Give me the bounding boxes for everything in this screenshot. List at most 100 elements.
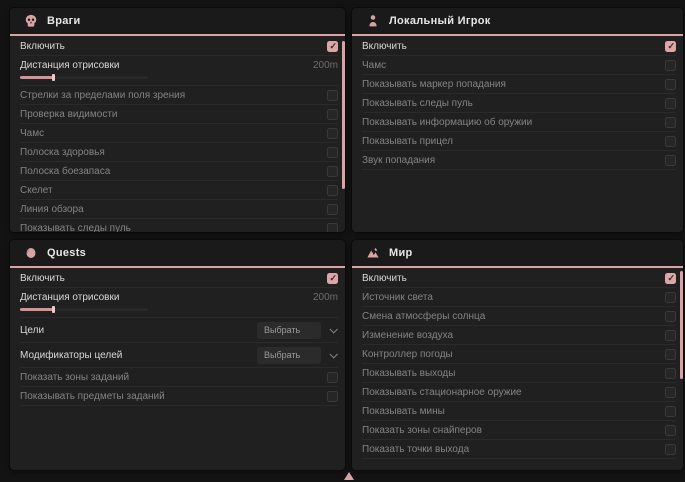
toggle-row[interactable]: Звук попадания bbox=[362, 151, 676, 170]
checkbox[interactable] bbox=[665, 406, 676, 417]
checkbox[interactable] bbox=[327, 147, 338, 158]
scrollbar-thumb[interactable] bbox=[342, 41, 345, 189]
checkbox[interactable] bbox=[665, 330, 676, 341]
panel-local-player-header[interactable]: Локальный Игрок bbox=[352, 8, 683, 36]
slider[interactable] bbox=[20, 76, 148, 79]
row-label: Чамс bbox=[20, 128, 44, 139]
checkbox[interactable] bbox=[327, 204, 338, 215]
toggle-row[interactable]: Показывать выходы bbox=[362, 364, 676, 383]
checkbox[interactable] bbox=[327, 128, 338, 139]
toggle-row[interactable]: Источник света bbox=[362, 288, 676, 307]
panel-world-header[interactable]: Мир bbox=[352, 240, 683, 268]
row-label: Модификаторы целей bbox=[20, 350, 122, 361]
slider-handle[interactable] bbox=[52, 306, 55, 313]
panel-title: Мир bbox=[389, 247, 413, 259]
row-label: Линия обзора bbox=[20, 204, 84, 215]
row-label: Показывать следы пуль bbox=[20, 223, 131, 233]
row-label: Показывать стационарное оружие bbox=[362, 387, 522, 398]
checkbox[interactable] bbox=[665, 155, 676, 166]
slider-row-draw-distance[interactable]: Дистанция отрисовки 200m bbox=[20, 56, 338, 86]
checkbox[interactable] bbox=[665, 444, 676, 455]
row-label: Цели bbox=[20, 325, 44, 336]
toggle-row-enable[interactable]: Включить bbox=[20, 269, 338, 288]
toggle-row[interactable]: Показывать следы пуль bbox=[20, 219, 338, 232]
toggle-row-enable[interactable]: Включить bbox=[362, 37, 676, 56]
checkbox[interactable] bbox=[665, 79, 676, 90]
checkbox[interactable] bbox=[665, 273, 676, 284]
toggle-row[interactable]: Показывать информацию об оружии bbox=[362, 113, 676, 132]
toggle-row[interactable]: Скелет bbox=[20, 181, 338, 200]
chevron-down-icon[interactable] bbox=[329, 325, 337, 333]
toggle-row[interactable]: Изменение воздуха bbox=[362, 326, 676, 345]
slider-value: 200m bbox=[313, 60, 338, 71]
row-label: Включить bbox=[362, 273, 407, 284]
slider-fill bbox=[20, 76, 54, 79]
panel-title: Quests bbox=[47, 247, 86, 259]
checkbox[interactable] bbox=[327, 90, 338, 101]
toggle-row[interactable]: Показывать мины bbox=[362, 402, 676, 421]
panel-quests-body: Включить Дистанция отрисовки 200m Цели В… bbox=[10, 268, 345, 406]
checkbox[interactable] bbox=[327, 109, 338, 120]
checkbox[interactable] bbox=[327, 273, 338, 284]
checkbox[interactable] bbox=[665, 387, 676, 398]
panel-quests-header[interactable]: Quests bbox=[10, 240, 345, 268]
checkbox[interactable] bbox=[327, 391, 338, 402]
checkbox[interactable] bbox=[665, 117, 676, 128]
select-row-targets[interactable]: Цели Выбрать bbox=[20, 318, 338, 343]
slider-handle[interactable] bbox=[52, 74, 55, 81]
chevron-down-icon[interactable] bbox=[329, 350, 337, 358]
row-label: Проверка видимости bbox=[20, 109, 118, 120]
toggle-row[interactable]: Чамс bbox=[362, 56, 676, 75]
checkbox[interactable] bbox=[327, 185, 338, 196]
toggle-row[interactable]: Показывать стационарное оружие bbox=[362, 383, 676, 402]
checkbox[interactable] bbox=[665, 292, 676, 303]
checkbox[interactable] bbox=[665, 368, 676, 379]
checkbox[interactable] bbox=[327, 223, 338, 233]
scrollbar-thumb[interactable] bbox=[680, 271, 683, 379]
toggle-row[interactable]: Полоска боезапаса bbox=[20, 162, 338, 181]
row-label: Полоска боезапаса bbox=[20, 166, 110, 177]
slider[interactable] bbox=[20, 308, 148, 311]
toggle-row[interactable]: Чамс bbox=[20, 124, 338, 143]
panel-title: Враги bbox=[47, 15, 81, 27]
toggle-row[interactable]: Показать зоны заданий bbox=[20, 368, 338, 387]
panel-enemies-body: Включить Дистанция отрисовки 200m Стрелк… bbox=[10, 36, 345, 232]
toggle-row-enable[interactable]: Включить bbox=[20, 37, 338, 56]
toggle-row[interactable]: Показывать прицел bbox=[362, 132, 676, 151]
checkbox[interactable] bbox=[665, 425, 676, 436]
row-label: Показать зоны снайперов bbox=[362, 425, 482, 436]
slider-fill bbox=[20, 308, 54, 311]
toggle-row[interactable]: Показывать следы пуль bbox=[362, 94, 676, 113]
checkbox[interactable] bbox=[665, 60, 676, 71]
toggle-row[interactable]: Смена атмосферы солнца bbox=[362, 307, 676, 326]
toggle-row[interactable]: Стрелки за пределами поля зрения bbox=[20, 86, 338, 105]
checkbox[interactable] bbox=[665, 136, 676, 147]
select-targets[interactable]: Выбрать bbox=[257, 322, 321, 339]
toggle-row[interactable]: Контроллер погоды bbox=[362, 345, 676, 364]
panel-quests: Quests Включить Дистанция отрисовки 200m… bbox=[10, 240, 345, 470]
checkbox[interactable] bbox=[327, 41, 338, 52]
checkbox[interactable] bbox=[327, 166, 338, 177]
toggle-row[interactable]: Проверка видимости bbox=[20, 105, 338, 124]
select-value: Выбрать bbox=[264, 350, 300, 360]
toggle-row[interactable]: Полоска здоровья bbox=[20, 143, 338, 162]
checkbox[interactable] bbox=[665, 41, 676, 52]
slider-row-draw-distance[interactable]: Дистанция отрисовки 200m bbox=[20, 288, 338, 318]
mod-menu-screen: Враги Включить Дистанция отрисовки 200m … bbox=[0, 0, 685, 482]
select-target-modifiers[interactable]: Выбрать bbox=[257, 347, 321, 364]
panel-enemies-header[interactable]: Враги bbox=[10, 8, 345, 36]
checkbox[interactable] bbox=[665, 349, 676, 360]
toggle-row[interactable]: Показывать маркер попадания bbox=[362, 75, 676, 94]
select-row-target-modifiers[interactable]: Модификаторы целей Выбрать bbox=[20, 343, 338, 368]
row-label: Показывать маркер попадания bbox=[362, 79, 506, 90]
toggle-row-enable[interactable]: Включить bbox=[362, 269, 676, 288]
row-label: Контроллер погоды bbox=[362, 349, 453, 360]
toggle-row[interactable]: Линия обзора bbox=[20, 200, 338, 219]
toggle-row[interactable]: Показать точки выхода bbox=[362, 440, 676, 459]
toggle-row[interactable]: Показывать предметы заданий bbox=[20, 387, 338, 406]
toggle-row[interactable]: Показать зоны снайперов bbox=[362, 421, 676, 440]
checkbox[interactable] bbox=[665, 98, 676, 109]
select-value: Выбрать bbox=[264, 325, 300, 335]
checkbox[interactable] bbox=[665, 311, 676, 322]
checkbox[interactable] bbox=[327, 372, 338, 383]
